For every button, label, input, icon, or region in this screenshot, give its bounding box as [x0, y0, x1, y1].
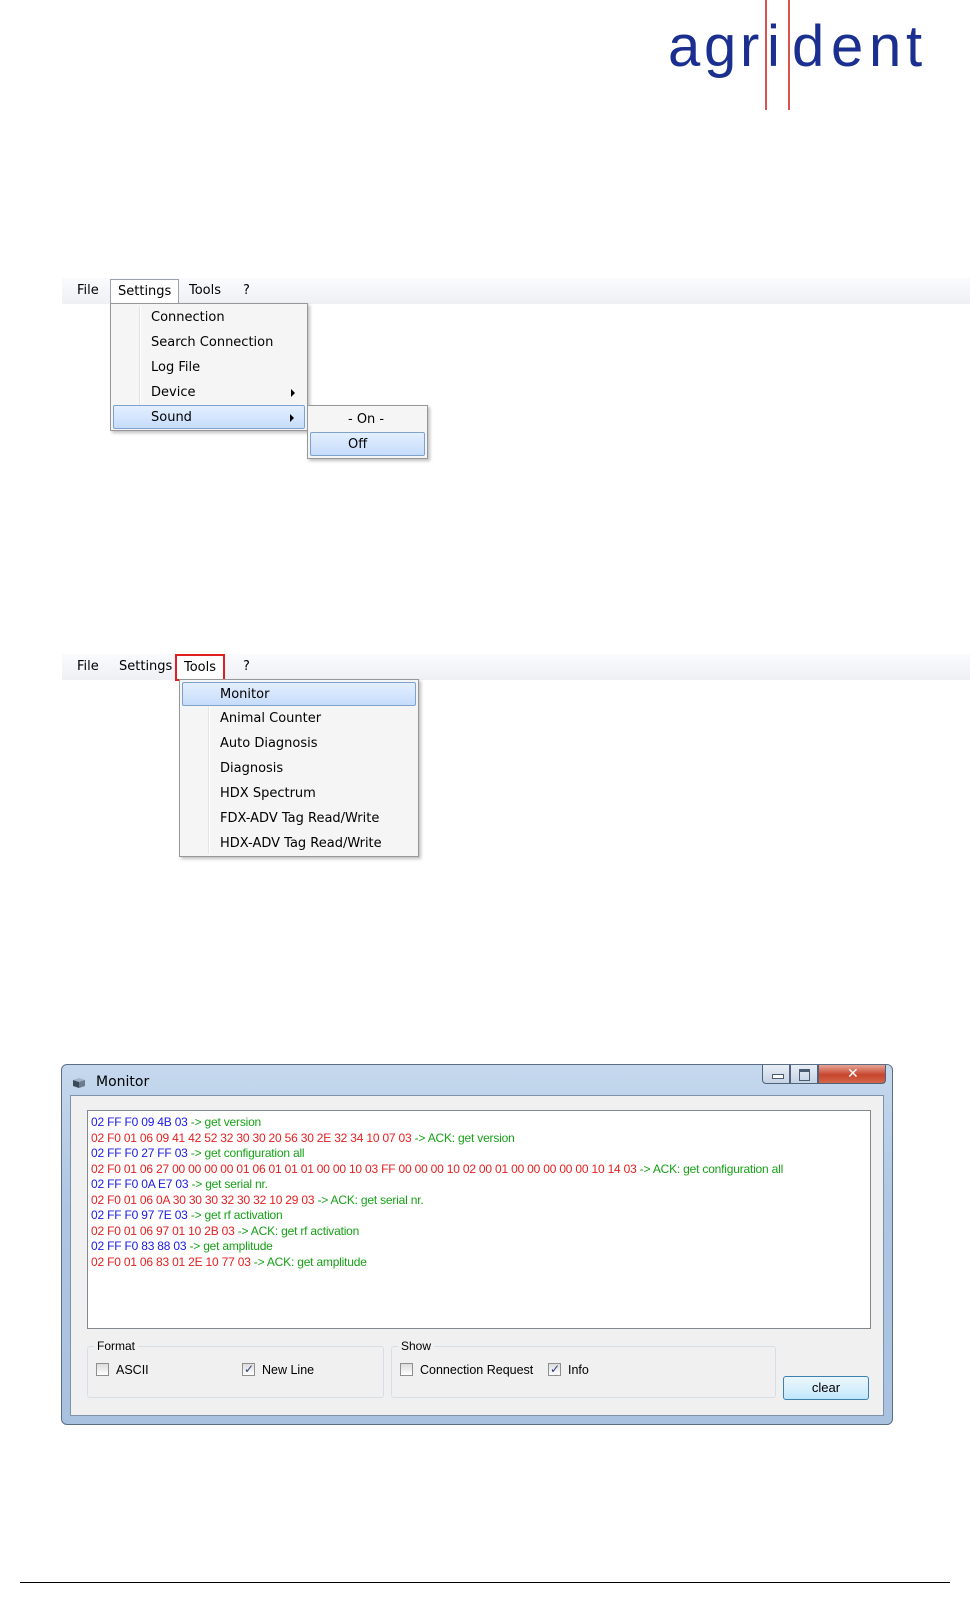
- menu-item-monitor[interactable]: Monitor: [182, 682, 416, 706]
- logo-line-left: [765, 0, 767, 110]
- app-icon: [73, 1078, 85, 1088]
- checkbox-box: ✓: [242, 1362, 255, 1376]
- close-button[interactable]: ✕: [818, 1065, 886, 1084]
- log-hex-sent: 02 FF F0 83 88 03: [91, 1239, 187, 1253]
- log-info: -> get rf activation: [187, 1208, 283, 1222]
- menu-bar-settings: File Settings Tools ?: [62, 278, 970, 304]
- menu-tools[interactable]: Tools: [182, 281, 228, 301]
- log-line: 02 F0 01 06 83 01 2E 10 77 03 -> ACK: ge…: [91, 1255, 870, 1271]
- settings-dropdown: Connection Search Connection Log File De…: [110, 303, 308, 431]
- submenu-arrow-icon: [291, 389, 295, 397]
- log-info: -> ACK: get configuration all: [636, 1161, 784, 1176]
- menu-item-device[interactable]: Device: [113, 381, 305, 405]
- tools-dropdown: Monitor Animal Counter Auto Diagnosis Di…: [179, 679, 419, 857]
- sound-submenu: - On - Off: [307, 405, 428, 459]
- logo-letter: n: [869, 14, 902, 79]
- menu-help[interactable]: ?: [236, 657, 257, 677]
- logo-letter: i: [767, 14, 780, 79]
- log-info: -> get version: [187, 1115, 262, 1129]
- menu-item-sound-off[interactable]: Off: [310, 432, 425, 456]
- menu-settings[interactable]: Settings: [110, 279, 180, 304]
- logo-letter: e: [831, 14, 864, 79]
- log-hex-sent: 02 FF F0 27 FF 03: [91, 1146, 188, 1160]
- checkbox-box: [400, 1363, 413, 1376]
- format-group-title: Format: [94, 1339, 139, 1353]
- menu-item-log-file[interactable]: Log File: [113, 356, 305, 380]
- log-line: 02 FF F0 83 88 03 -> get amplitude: [91, 1239, 870, 1255]
- logo-letter: r: [740, 14, 760, 79]
- close-icon: ✕: [847, 1066, 859, 1082]
- log-info: -> get serial nr.: [188, 1177, 268, 1191]
- check-icon: ✓: [244, 1362, 255, 1376]
- checkbox-box: [96, 1363, 109, 1376]
- log-hex-sent: 02 FF F0 97 7E 03: [91, 1208, 188, 1222]
- log-info: -> ACK: get rf activation: [234, 1223, 360, 1238]
- log-line: 02 FF F0 27 FF 03 -> get configuration a…: [91, 1146, 870, 1162]
- minimize-button[interactable]: [762, 1065, 790, 1084]
- menu-item-auto-diagnosis[interactable]: Auto Diagnosis: [182, 732, 416, 756]
- menu-item-hdx-spectrum[interactable]: HDX Spectrum: [182, 782, 416, 806]
- log-textbox[interactable]: 02 FF F0 09 4B 03 -> get version 02 F0 01…: [87, 1110, 871, 1329]
- menu-tools[interactable]: Tools: [175, 654, 226, 681]
- logo-letter: a: [668, 14, 701, 79]
- clear-button[interactable]: clear: [783, 1376, 869, 1400]
- logo-letter: d: [792, 14, 825, 79]
- menu-file[interactable]: File: [70, 657, 106, 677]
- log-info: -> get amplitude: [186, 1239, 273, 1253]
- log-hex-sent: 02 FF F0 09 4B 03: [91, 1115, 188, 1129]
- log-info: -> ACK: get version: [411, 1130, 515, 1145]
- maximize-icon: [799, 1069, 810, 1081]
- show-groupbox: Show Connection Request ✓ Info: [391, 1339, 776, 1398]
- checkbox-box: ✓: [548, 1362, 561, 1376]
- log-line: 02 FF F0 09 4B 03 -> get version: [91, 1115, 870, 1131]
- check-icon: ✓: [550, 1362, 561, 1376]
- logo-line-right: [788, 0, 790, 110]
- monitor-client-area: 02 FF F0 09 4B 03 -> get version 02 F0 01…: [70, 1095, 884, 1416]
- menu-item-connection[interactable]: Connection: [113, 306, 305, 330]
- window-title: Monitor: [96, 1074, 150, 1090]
- menu-file[interactable]: File: [70, 281, 106, 301]
- menu-settings[interactable]: Settings: [112, 657, 179, 677]
- log-hex-received: 02 F0 01 06 27 00 00 00 00 01 06 01 01 0…: [91, 1161, 637, 1176]
- log-hex-received: 02 F0 01 06 97 01 10 2B 03: [91, 1223, 235, 1238]
- menu-item-hdx-adv-tag[interactable]: HDX-ADV Tag Read/Write: [182, 832, 416, 856]
- maximize-button[interactable]: [790, 1065, 818, 1084]
- minimize-icon: [772, 1074, 784, 1079]
- log-hex-received: 02 F0 01 06 09 41 42 52 32 30 30 20 56 3…: [91, 1130, 412, 1145]
- footer-rule: [20, 1582, 950, 1583]
- logo-letter: t: [906, 14, 923, 79]
- monitor-window: Monitor ✕ 02 FF F0 09 4B 03 -> get versi…: [61, 1064, 893, 1425]
- log-hex-sent: 02 FF F0 0A E7 03: [91, 1177, 189, 1191]
- log-hex-received: 02 F0 01 06 0A 30 30 30 32 30 32 10 29 0…: [91, 1192, 315, 1207]
- log-info: -> get configuration all: [187, 1146, 305, 1160]
- log-line: 02 FF F0 0A E7 03 -> get serial nr.: [91, 1177, 870, 1193]
- log-line: 02 F0 01 06 97 01 10 2B 03 -> ACK: get r…: [91, 1224, 870, 1240]
- menu-item-sound-on[interactable]: - On -: [310, 408, 425, 432]
- menu-item-search-connection[interactable]: Search Connection: [113, 331, 305, 355]
- menu-bar-tools: File Settings Tools ?: [62, 654, 970, 681]
- log-info: -> ACK: get amplitude: [250, 1254, 367, 1269]
- menu-item-animal-counter[interactable]: Animal Counter: [182, 707, 416, 731]
- menu-help[interactable]: ?: [236, 281, 257, 301]
- menu-item-fdx-adv-tag[interactable]: FDX-ADV Tag Read/Write: [182, 807, 416, 831]
- format-groupbox: Format ASCII ✓ New Line: [87, 1339, 384, 1398]
- log-info: -> ACK: get serial nr.: [314, 1192, 424, 1207]
- menu-item-sound[interactable]: Sound: [113, 405, 305, 429]
- log-line: 02 F0 01 06 0A 30 30 30 32 30 32 10 29 0…: [91, 1193, 870, 1209]
- log-hex-received: 02 F0 01 06 83 01 2E 10 77 03: [91, 1254, 251, 1269]
- log-line: 02 F0 01 06 09 41 42 52 32 30 30 20 56 3…: [91, 1131, 870, 1147]
- log-line: 02 FF F0 97 7E 03 -> get rf activation: [91, 1208, 870, 1224]
- agrident-logo: a g r i d e n t: [664, 0, 964, 115]
- submenu-arrow-icon: [290, 414, 294, 422]
- menu-item-diagnosis[interactable]: Diagnosis: [182, 757, 416, 781]
- logo-letter: g: [704, 14, 737, 79]
- show-group-title: Show: [398, 1339, 435, 1353]
- log-line: 02 F0 01 06 27 00 00 00 00 01 06 01 01 0…: [91, 1162, 870, 1178]
